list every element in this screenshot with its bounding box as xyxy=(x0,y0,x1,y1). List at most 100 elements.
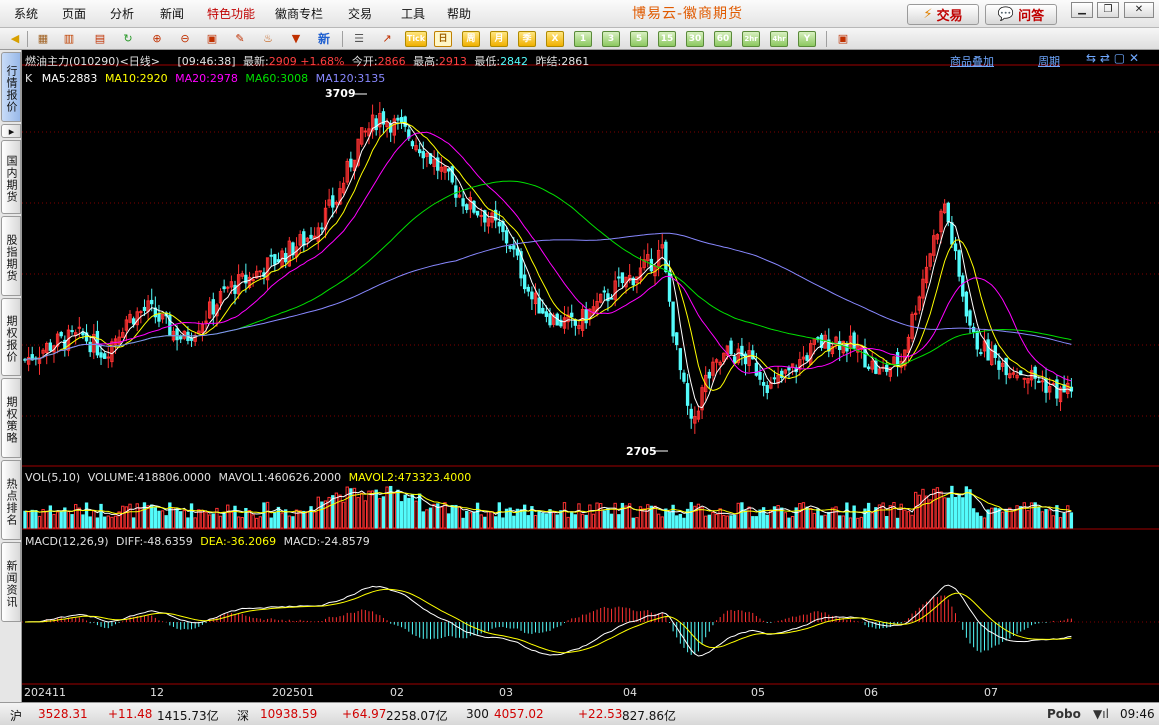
window-icon[interactable]: ▣ xyxy=(203,30,221,48)
candle-body xyxy=(512,245,516,250)
period-5min-button[interactable]: 5 xyxy=(630,31,648,47)
volume-bar xyxy=(990,507,994,529)
chart-canvas[interactable] xyxy=(22,50,1159,702)
candle-body xyxy=(302,231,306,246)
overlay-commodity-link[interactable]: 商品叠加 xyxy=(950,53,994,69)
volume-bar xyxy=(182,510,186,529)
period-60min-button[interactable]: 60 xyxy=(714,31,732,47)
filter-icon[interactable]: ▼ xyxy=(287,30,305,48)
period-4hr-button[interactable]: 4hr xyxy=(770,31,788,47)
maximize-button[interactable]: ❐ xyxy=(1097,2,1119,18)
menu-system[interactable]: 系统 xyxy=(0,0,52,28)
market-quote-icon[interactable]: ▦ xyxy=(34,30,52,48)
refresh-icon[interactable]: ↻ xyxy=(119,30,137,48)
candle-body xyxy=(765,385,769,393)
menu-help[interactable]: 帮助 xyxy=(438,0,480,28)
candle-body xyxy=(997,360,1001,370)
menu-analysis[interactable]: 分析 xyxy=(96,0,148,28)
kline-label: K xyxy=(25,72,33,85)
close-button[interactable]: ✕ xyxy=(1124,2,1154,18)
pen-draw-icon[interactable]: ✎ xyxy=(231,30,249,48)
menu-special-features[interactable]: 特色功能 xyxy=(196,0,266,28)
period-1min-button[interactable]: 1 xyxy=(574,31,592,47)
tick-chart-button[interactable]: Tick xyxy=(405,31,427,47)
volume-bar xyxy=(92,510,96,529)
candle-body xyxy=(787,366,791,371)
volume-bar xyxy=(533,515,538,529)
sidebar-tab-options-quotes[interactable]: 期权报价 xyxy=(1,298,21,376)
sidebar-tab-hot-ranking[interactable]: 热点排名 xyxy=(1,460,21,540)
period-quarter-button[interactable]: 季 xyxy=(518,31,536,47)
sidebar-tab-quotes[interactable]: 行情报价 xyxy=(1,52,21,122)
lightning-icon: ⚡ xyxy=(923,7,933,22)
close-pane-icon[interactable]: ✕ xyxy=(1129,51,1139,65)
line-chart-icon[interactable]: ↗ xyxy=(378,30,396,48)
macd-value: MACD:-24.8579 xyxy=(283,535,370,548)
volume-bar xyxy=(276,506,281,529)
period-day-button[interactable]: 日 xyxy=(434,31,452,47)
sidebar-tab-index-futures[interactable]: 股指期货 xyxy=(1,216,21,296)
sidebar-tab-news[interactable]: 新闻资讯 xyxy=(1,542,21,622)
period-15min-button[interactable]: 15 xyxy=(658,31,676,47)
candle-body xyxy=(544,311,549,317)
shrink-icon[interactable]: ⇆ xyxy=(1086,51,1096,65)
trade-button[interactable]: ⚡ 交易 xyxy=(907,4,979,25)
menu-trade[interactable]: 交易 xyxy=(332,0,388,28)
expand-icon[interactable]: ⇄ xyxy=(1100,51,1110,65)
list-icon[interactable]: ☰ xyxy=(350,30,368,48)
volume-bar xyxy=(588,504,592,529)
volume-bar xyxy=(704,515,708,529)
candle-body xyxy=(258,270,263,273)
volume-bar xyxy=(856,517,860,529)
menu-page[interactable]: 页面 xyxy=(52,0,96,28)
volume-bar xyxy=(240,517,244,529)
candle-body xyxy=(320,227,324,230)
kline-chart-area[interactable]: 燃油主力(010290)<日线> [09:46:38] 最新:2909 +1.6… xyxy=(22,50,1159,702)
ma120-line xyxy=(24,232,1072,361)
candle-body xyxy=(349,158,353,168)
volume-bar xyxy=(258,516,263,529)
period-3min-button[interactable]: 3 xyxy=(602,31,620,47)
sidebar-tab-domestic-futures[interactable]: 国内期货 xyxy=(1,140,21,214)
sidebar-tab-options-strategy[interactable]: 期权策略 xyxy=(1,378,21,458)
period-week-button[interactable]: 周 xyxy=(462,31,480,47)
period-year-button[interactable]: Y xyxy=(798,31,816,47)
pobo-brand: Pobo xyxy=(1047,707,1081,721)
menu-huishang-column[interactable]: 徽商专栏 xyxy=(266,0,332,28)
restore-pane-icon[interactable]: ▢ xyxy=(1114,51,1125,65)
layout-icon[interactable]: ▣ xyxy=(834,30,852,48)
x-tick: 06 xyxy=(864,686,878,699)
alarm-icon[interactable]: ♨ xyxy=(259,30,277,48)
volume-bar xyxy=(204,511,208,529)
bar-chart-icon[interactable]: ▥ xyxy=(60,30,78,48)
volume-bar xyxy=(443,502,447,529)
menu-news[interactable]: 新闻 xyxy=(148,0,196,28)
back-arrow-icon[interactable]: ◀ xyxy=(6,30,24,48)
volume-bar xyxy=(153,507,158,529)
candle-body xyxy=(421,151,425,159)
volume-bar xyxy=(946,497,950,529)
period-30min-button[interactable]: 30 xyxy=(686,31,704,47)
qa-button[interactable]: 💬 问答 xyxy=(985,4,1057,25)
f10-icon[interactable]: ▤ xyxy=(91,30,109,48)
period-month-button[interactable]: 月 xyxy=(490,31,508,47)
zoom-in-icon[interactable]: ⊕ xyxy=(148,30,166,48)
menu-tools[interactable]: 工具 xyxy=(388,0,438,28)
period-2hr-button[interactable]: 2hr xyxy=(742,31,760,47)
quote-header: 燃油主力(010290)<日线> [09:46:38] 最新:2909 +1.6… xyxy=(25,53,589,69)
period-x-button[interactable]: X xyxy=(546,31,564,47)
zoom-out-icon[interactable]: ⊖ xyxy=(176,30,194,48)
volume-bar xyxy=(345,486,349,529)
minimize-button[interactable]: ▁ xyxy=(1071,2,1093,18)
period-link[interactable]: 周期 xyxy=(1038,53,1060,69)
volume-bar xyxy=(52,514,56,529)
volume-bar xyxy=(957,493,961,529)
low-extreme-label: 2705 xyxy=(626,445,657,458)
candle-body xyxy=(150,299,154,305)
new-icon[interactable]: 新 xyxy=(315,30,333,48)
sidebar-arrow-icon[interactable]: ▸ xyxy=(1,124,21,139)
volume-bar xyxy=(544,513,549,529)
volume-bar xyxy=(700,507,704,529)
volume-bar xyxy=(512,515,516,529)
volume-bar xyxy=(171,507,176,529)
